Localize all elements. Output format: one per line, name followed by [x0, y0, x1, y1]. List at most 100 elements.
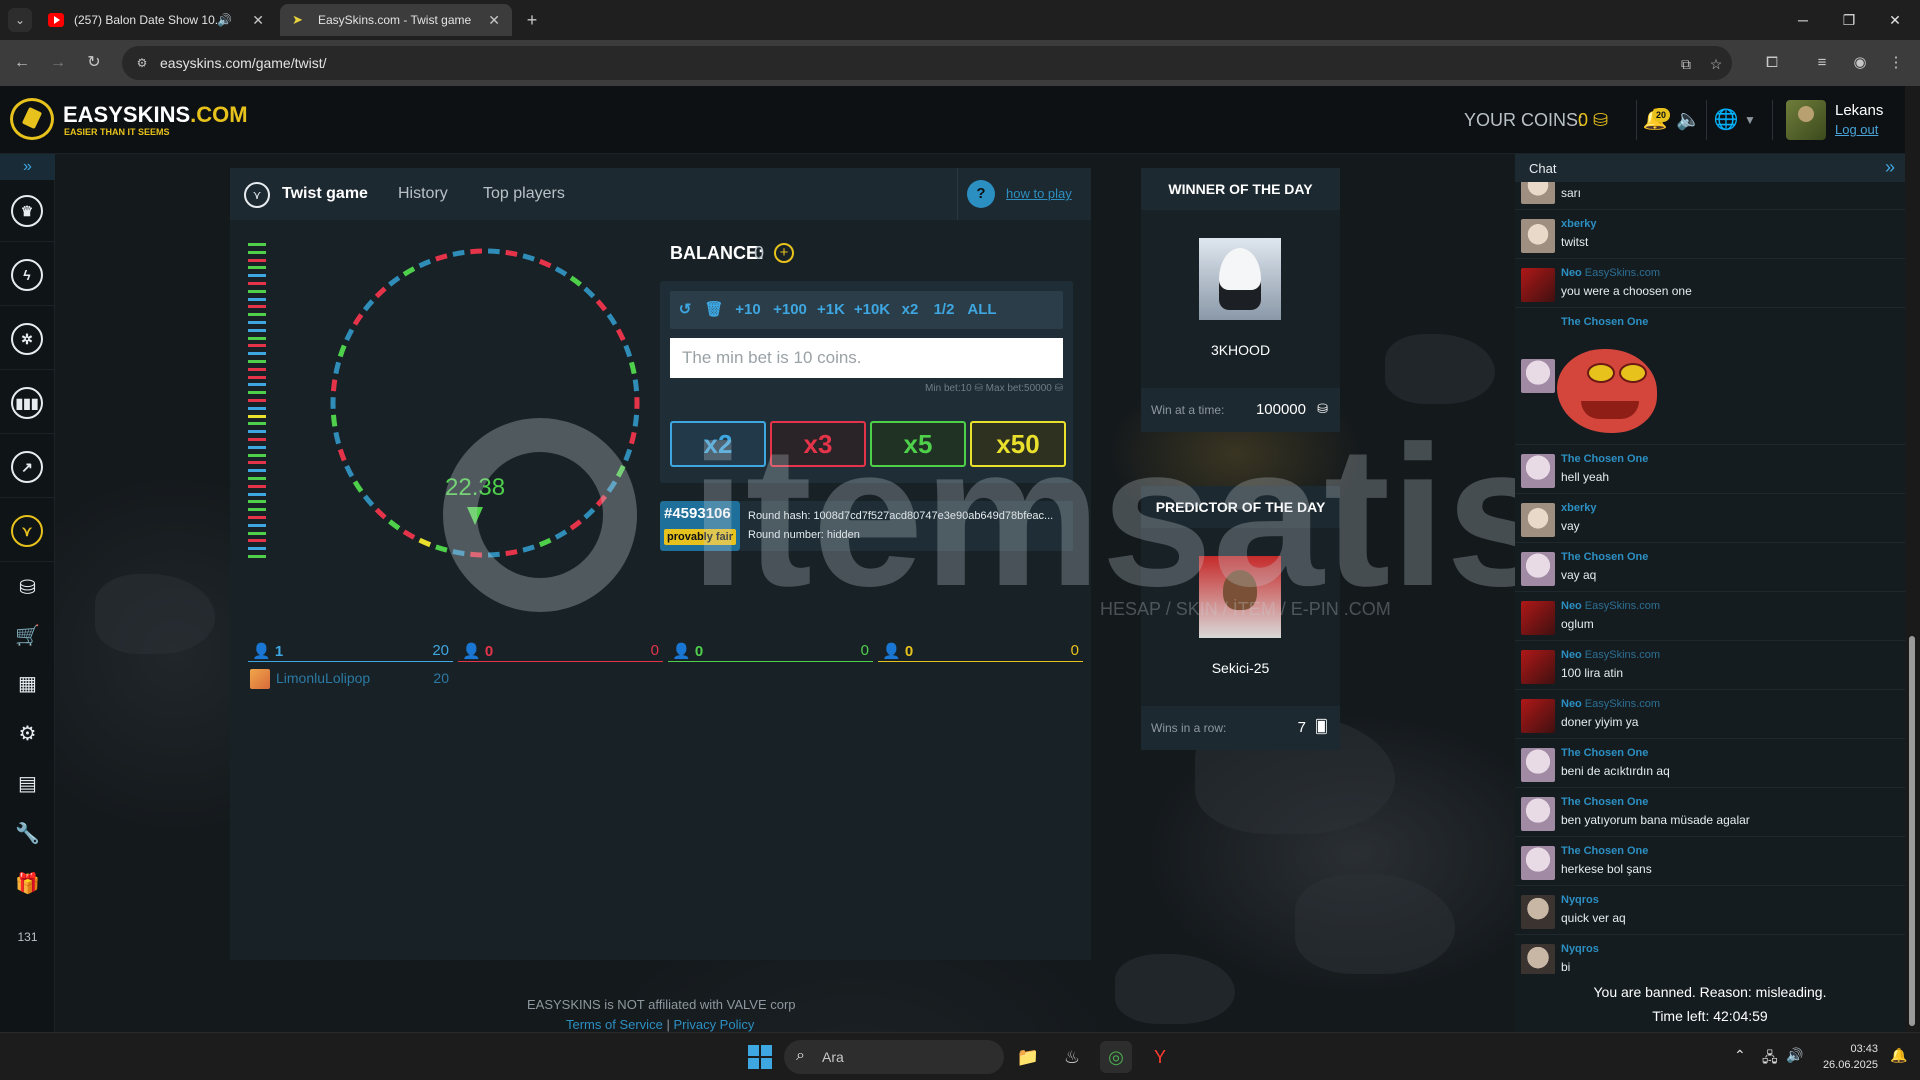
chat-username[interactable]: The Chosen One [1561, 316, 1648, 328]
sidebar-item-slots[interactable]: ▮▮▮ [0, 372, 55, 434]
clear-trash-icon[interactable]: 🗑 [700, 291, 728, 329]
chat-username[interactable]: xberky [1561, 502, 1596, 514]
settings-icon[interactable]: ⚙ [0, 710, 55, 758]
bet-double-button[interactable]: x2 [894, 291, 926, 329]
url-text[interactable]: easyskins.com/game/twist/ [160, 46, 327, 80]
close-tab-icon[interactable]: ✕ [488, 4, 500, 36]
scrollbar-thumb[interactable] [1909, 636, 1915, 1026]
bet-x2-button[interactable]: x2 [670, 421, 766, 467]
sidebar-item-roulette[interactable]: ✲ [0, 308, 55, 370]
chat-username[interactable]: Neo [1561, 649, 1582, 661]
chat-avatar[interactable] [1521, 182, 1555, 204]
terms-link[interactable]: Terms of Service [566, 1017, 663, 1032]
easyskins-logo-icon[interactable] [10, 98, 54, 140]
tab-twist-game[interactable]: Twist game [282, 185, 368, 203]
chat-avatar[interactable] [1521, 895, 1555, 929]
file-explorer-icon[interactable]: 📁 [1012, 1041, 1044, 1073]
chat-username[interactable]: The Chosen One [1561, 796, 1648, 808]
sidebar-item-crash[interactable]: ↗ [0, 436, 55, 498]
taskbar-search[interactable]: ⌕ Ara [784, 1040, 1004, 1074]
expand-sidebar-icon[interactable]: » [0, 154, 55, 180]
winner-avatar[interactable] [1199, 238, 1281, 320]
provably-fair-badge[interactable]: provably fair [664, 529, 736, 545]
coins-icon[interactable]: ⛁ [0, 564, 55, 612]
user-avatar[interactable] [1786, 100, 1826, 140]
chat-messages[interactable]: xberkysarıxberkytwitstNeoEasySkins.comyo… [1515, 182, 1905, 974]
chat-username[interactable]: xberky [1561, 218, 1596, 230]
chat-avatar[interactable] [1521, 552, 1555, 586]
steam-icon[interactable]: ♨ [1056, 1041, 1088, 1073]
close-tab-icon[interactable]: ✕ [252, 4, 264, 36]
chat-avatar[interactable] [1521, 846, 1555, 880]
new-tab-icon[interactable]: + [520, 8, 544, 32]
reset-icon[interactable]: ↺ [670, 291, 700, 329]
forward-icon[interactable]: → [46, 51, 70, 75]
cart-icon[interactable]: 🛒 [0, 612, 55, 660]
chat-username[interactable]: The Chosen One [1561, 747, 1648, 759]
notifications-icon[interactable]: 🔔 [1890, 1047, 1907, 1064]
browser-tab-easyskins[interactable]: ➤ EasySkins.com - Twist game ✕ [280, 4, 512, 36]
sidebar-item-twist[interactable]: ⋎ [0, 500, 55, 562]
chat-icon[interactable]: ▤ [0, 760, 55, 808]
gift-icon[interactable]: 🎁 [0, 860, 55, 908]
restore-icon[interactable]: ❐ [1826, 0, 1872, 40]
tools-icon[interactable]: 🔧 [0, 810, 55, 858]
sidebar-item-top[interactable]: ♛ [0, 180, 55, 242]
help-question-icon[interactable]: ? [967, 180, 995, 208]
bet-add-1k-button[interactable]: +1K [812, 291, 850, 329]
bet-add-100-button[interactable]: +100 [768, 291, 812, 329]
bet-all-button[interactable]: ALL [962, 291, 1002, 329]
privacy-link[interactable]: Privacy Policy [673, 1017, 754, 1032]
round-badge[interactable]: #4593106 provably fair [660, 501, 740, 551]
bookmark-star-icon[interactable]: ☆ [1706, 54, 1726, 74]
network-icon[interactable]: 🖧 [1762, 1047, 1778, 1071]
chat-username[interactable]: Nyqros [1561, 943, 1599, 955]
install-app-icon[interactable]: ⧉ [1676, 54, 1696, 74]
yandex-browser-icon[interactable]: Y [1144, 1041, 1176, 1073]
bet-amount-input[interactable] [670, 338, 1063, 378]
chat-avatar[interactable] [1521, 503, 1555, 537]
volume-tray-icon[interactable]: 🔊 [1786, 1047, 1803, 1064]
collapse-chat-icon[interactable]: » [1885, 157, 1895, 178]
chat-username[interactable]: The Chosen One [1561, 551, 1648, 563]
site-info-icon[interactable]: ⚙ [134, 55, 150, 71]
logout-link[interactable]: Log out [1835, 122, 1878, 137]
address-bar[interactable]: ⚙ easyskins.com/game/twist/ ⧉ ☆ [122, 46, 1732, 80]
chrome-icon[interactable]: ◎ [1100, 1041, 1132, 1073]
chat-username[interactable]: The Chosen One [1561, 845, 1648, 857]
bet-half-button[interactable]: 1/2 [926, 291, 962, 329]
volume-icon[interactable]: 🔈 [1676, 108, 1701, 132]
browser-tab-youtube[interactable]: (257) Balon Date Show 10. 🔊 ✕ [36, 4, 276, 36]
store-icon[interactable]: ▦ [0, 660, 55, 708]
chat-avatar[interactable] [1521, 268, 1555, 302]
chevron-down-icon[interactable]: ▼ [1742, 108, 1758, 132]
bet-x5-button[interactable]: x5 [870, 421, 966, 467]
chat-username[interactable]: Neo [1561, 267, 1582, 279]
media-controls-icon[interactable]: ≡ [1810, 51, 1834, 75]
tab-history[interactable]: History [398, 185, 448, 203]
tray-chevron-icon[interactable]: ⌃ [1734, 1047, 1746, 1064]
chat-username[interactable]: Nyqros [1561, 894, 1599, 906]
windows-start-icon[interactable] [748, 1045, 772, 1069]
bet-x3-button[interactable]: x3 [770, 421, 866, 467]
taskbar-clock[interactable]: 03:43 26.06.2025 [1818, 1041, 1878, 1073]
chat-username[interactable]: The Chosen One [1561, 453, 1648, 465]
close-window-icon[interactable]: ✕ [1872, 0, 1918, 40]
profile-icon[interactable]: ◉ [1848, 51, 1872, 75]
add-balance-icon[interactable]: + [774, 243, 794, 263]
chat-avatar[interactable] [1521, 944, 1555, 974]
page-scrollbar[interactable] [1905, 86, 1920, 1032]
chat-username[interactable]: Neo [1561, 600, 1582, 612]
back-icon[interactable]: ← [10, 51, 34, 75]
reload-icon[interactable]: ↻ [82, 51, 106, 75]
chat-avatar[interactable] [1521, 359, 1555, 393]
bet-x50-button[interactable]: x50 [970, 421, 1066, 467]
chat-avatar[interactable] [1521, 454, 1555, 488]
tab-search-chevron-icon[interactable]: ⌄ [8, 8, 32, 32]
chat-avatar[interactable] [1521, 797, 1555, 831]
minimize-icon[interactable]: ─ [1780, 0, 1826, 40]
predictor-avatar[interactable] [1199, 556, 1281, 638]
chat-avatar[interactable] [1521, 219, 1555, 253]
tab-top-players[interactable]: Top players [483, 185, 565, 203]
chat-avatar[interactable] [1521, 748, 1555, 782]
